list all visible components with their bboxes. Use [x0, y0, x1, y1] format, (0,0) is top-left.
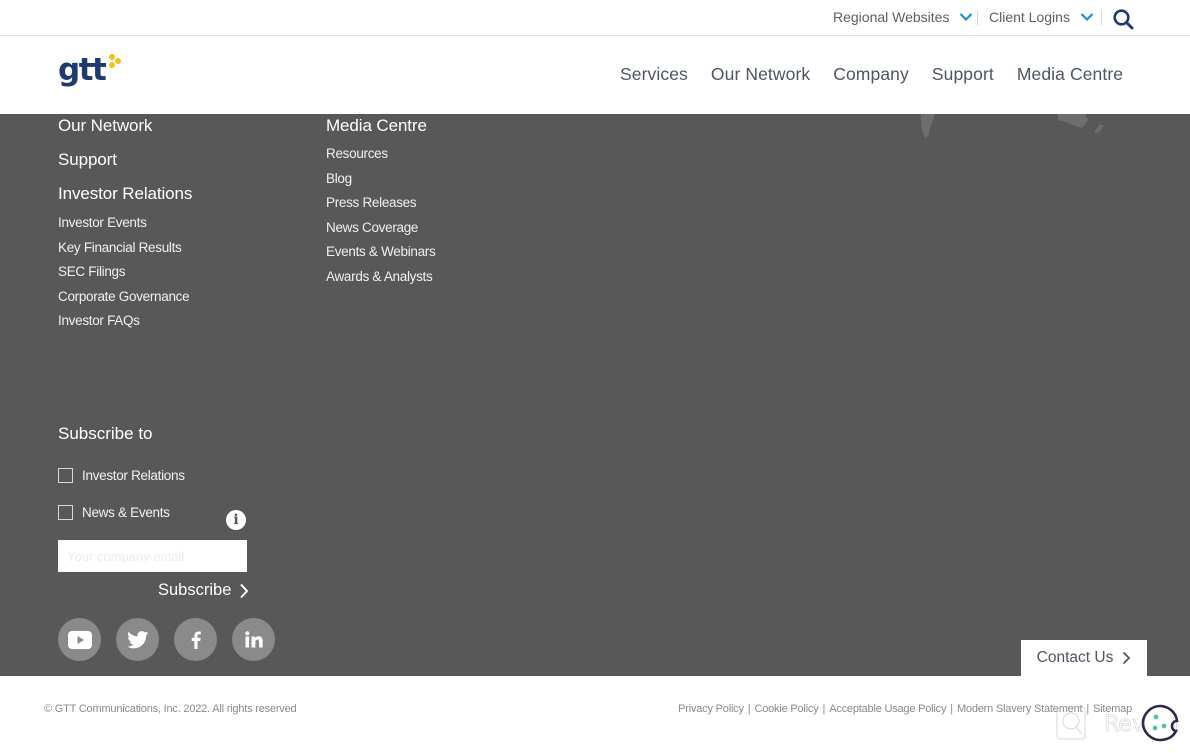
footer-heading-our-network[interactable]: Our Network: [58, 116, 192, 136]
subscribe-button-label: Subscribe: [158, 581, 232, 599]
footer-link-awards-analysts[interactable]: Awards & Analysts: [326, 269, 435, 286]
subscribe-title: Subscribe to: [58, 424, 153, 443]
footer-heading-support[interactable]: Support: [58, 150, 192, 170]
nav-services[interactable]: Services: [620, 64, 688, 85]
footer-link-events-webinars[interactable]: Events & Webinars: [326, 244, 436, 261]
nav-our-network[interactable]: Our Network: [711, 64, 810, 85]
subscribe-option-investor-relations[interactable]: Investor Relations: [58, 468, 185, 483]
twitter-button[interactable]: [116, 618, 159, 661]
nav-support[interactable]: Support: [932, 64, 994, 85]
contact-us-label: Contact Us: [1036, 649, 1114, 666]
main-nav: Services Our Network Company Support Med…: [620, 64, 1146, 85]
subscribe-button[interactable]: Subscribe: [158, 581, 249, 600]
regional-websites-label: Regional Websites: [833, 9, 950, 25]
chevron-right-icon: [1123, 651, 1131, 665]
utility-divider: [977, 11, 978, 25]
client-logins-dropdown[interactable]: Client Logins: [989, 9, 1094, 25]
gtt-logo[interactable]: gtt: [58, 50, 122, 92]
main-header: gtt Services Our Network Company Support…: [0, 37, 1190, 114]
linkedin-icon: [244, 631, 263, 648]
facebook-icon: [191, 631, 201, 649]
footer-heading-investor-relations[interactable]: Investor Relations: [58, 184, 192, 204]
footer-link-sec-filings[interactable]: SEC Filings: [58, 264, 192, 281]
copyright-text: © GTT Communications, Inc. 2022. All rig…: [44, 703, 297, 715]
facebook-button[interactable]: [174, 618, 217, 661]
footer-link-blog[interactable]: Blog: [326, 171, 435, 188]
legal-bar: © GTT Communications, Inc. 2022. All rig…: [0, 676, 1190, 753]
legal-separator: |: [747, 703, 751, 715]
chevron-right-icon: [240, 583, 249, 598]
chevron-down-icon: [1080, 13, 1094, 22]
youtube-icon: [67, 630, 92, 649]
footer-link-corporate-governance[interactable]: Corporate Governance: [58, 289, 192, 306]
privacy-policy-link[interactable]: Privacy Policy: [678, 703, 744, 715]
acceptable-usage-policy-link[interactable]: Acceptable Usage Policy: [829, 703, 946, 715]
news-events-checkbox[interactable]: [58, 505, 73, 520]
client-logins-label: Client Logins: [989, 9, 1070, 25]
subscribe-option-news-events[interactable]: News & Events: [58, 505, 170, 520]
chevron-down-icon: [960, 13, 973, 22]
utility-divider: [1101, 11, 1102, 25]
nav-company[interactable]: Company: [833, 64, 909, 85]
nav-media-centre[interactable]: Media Centre: [1017, 64, 1123, 85]
regional-websites-dropdown[interactable]: Regional Websites: [833, 9, 973, 25]
svg-text:gtt: gtt: [58, 52, 107, 88]
linkedin-button[interactable]: [232, 618, 275, 661]
footer-link-investor-faqs[interactable]: Investor FAQs: [58, 313, 192, 330]
social-links: [58, 618, 290, 661]
email-field[interactable]: [58, 540, 247, 572]
twitter-icon: [126, 630, 148, 648]
footer: Our Network Support Investor Relations I…: [0, 114, 1190, 676]
footer-link-resources[interactable]: Resources: [326, 146, 435, 163]
legal-separator: |: [950, 703, 953, 715]
cookie-policy-link[interactable]: Cookie Policy: [754, 703, 818, 715]
footer-link-press-releases[interactable]: Press Releases: [326, 195, 435, 212]
footer-heading-media-centre[interactable]: Media Centre: [326, 116, 435, 136]
legal-separator: |: [822, 703, 826, 715]
contact-us-button[interactable]: Contact Us: [1021, 640, 1147, 676]
search-icon[interactable]: [1112, 8, 1134, 30]
investor-relations-label: Investor Relations: [82, 468, 185, 483]
investor-relations-checkbox[interactable]: [58, 468, 73, 483]
footer-link-key-financial-results[interactable]: Key Financial Results: [58, 240, 192, 257]
footer-link-news-coverage[interactable]: News Coverage: [326, 220, 435, 237]
utility-bar: Regional Websites Client Logins: [0, 0, 1190, 36]
footer-column-media: Media Centre Resources Blog Press Releas…: [326, 116, 436, 293]
news-events-label: News & Events: [82, 505, 170, 520]
youtube-button[interactable]: [58, 618, 101, 661]
info-icon[interactable]: i: [226, 510, 246, 530]
footer-link-investor-events[interactable]: Investor Events: [58, 215, 192, 232]
revain-cookie-icon[interactable]: [1141, 704, 1179, 742]
footer-column-company: Our Network Support Investor Relations I…: [58, 116, 192, 338]
